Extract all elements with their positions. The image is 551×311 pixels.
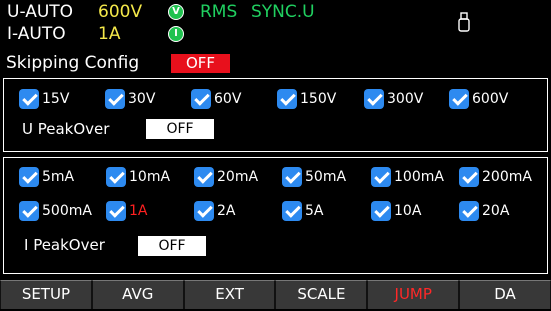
checkbox-checked-icon[interactable] bbox=[282, 201, 302, 221]
range-checkbox-label: 150V bbox=[300, 91, 337, 107]
status-bar: U-AUTO 600V I-AUTO 1A V I RMS SYNC.U bbox=[0, 0, 551, 46]
softkey-setup[interactable]: SETUP bbox=[0, 280, 92, 309]
range-checkbox[interactable]: 150V bbox=[277, 89, 336, 109]
range-checkbox[interactable]: 50mA bbox=[282, 167, 346, 187]
u-range-value: 600V bbox=[98, 2, 143, 22]
checkbox-checked-icon[interactable] bbox=[371, 201, 391, 221]
checkbox-checked-icon[interactable] bbox=[277, 89, 297, 109]
checkbox-checked-icon[interactable] bbox=[371, 167, 391, 187]
u-peakover-label: U PeakOver bbox=[22, 120, 110, 138]
range-checkbox[interactable]: 30V bbox=[105, 89, 155, 109]
checkbox-checked-icon[interactable] bbox=[106, 167, 126, 187]
checkbox-checked-icon[interactable] bbox=[106, 201, 126, 221]
checkbox-checked-icon[interactable] bbox=[364, 89, 384, 109]
checkbox-checked-icon[interactable] bbox=[459, 167, 479, 187]
range-checkbox-label: 30V bbox=[128, 91, 156, 107]
range-checkbox[interactable]: 15V bbox=[19, 89, 69, 109]
range-checkbox-label: 60V bbox=[214, 91, 242, 107]
usb-icon bbox=[458, 12, 470, 32]
softkey-bar: SETUP AVG EXT SCALE JUMP DA bbox=[0, 279, 551, 311]
range-checkbox[interactable]: 20mA bbox=[194, 167, 258, 187]
range-checkbox-label: 10A bbox=[394, 203, 422, 219]
checkbox-checked-icon[interactable] bbox=[282, 167, 302, 187]
range-checkbox-label: 20mA bbox=[217, 169, 259, 185]
u-range-mode: U-AUTO bbox=[7, 2, 74, 22]
range-checkbox-label: 5mA bbox=[42, 169, 75, 185]
i-range-value: 1A bbox=[98, 24, 121, 44]
softkey-avg[interactable]: AVG bbox=[91, 280, 184, 309]
checkbox-checked-icon[interactable] bbox=[459, 201, 479, 221]
range-checkbox[interactable]: 1A bbox=[106, 201, 147, 221]
current-indicator-icon: I bbox=[168, 26, 184, 42]
range-checkbox[interactable]: 60V bbox=[191, 89, 241, 109]
range-checkbox-label: 2A bbox=[217, 203, 236, 219]
checkbox-checked-icon[interactable] bbox=[19, 89, 39, 109]
checkbox-checked-icon[interactable] bbox=[191, 89, 211, 109]
rms-indicator: RMS bbox=[200, 2, 238, 22]
checkbox-checked-icon[interactable] bbox=[19, 167, 39, 187]
softkey-jump[interactable]: JUMP bbox=[367, 280, 460, 309]
range-checkbox[interactable]: 500mA bbox=[19, 201, 92, 221]
range-checkbox[interactable]: 10mA bbox=[106, 167, 170, 187]
range-checkbox-label: 200mA bbox=[482, 169, 532, 185]
range-checkbox-label: 15V bbox=[42, 91, 70, 107]
i-range-mode: I-AUTO bbox=[7, 24, 66, 44]
page-title: Skipping Config bbox=[6, 53, 140, 73]
range-checkbox-label: 100mA bbox=[394, 169, 444, 185]
range-checkbox[interactable]: 5mA bbox=[19, 167, 74, 187]
range-checkbox-label: 50mA bbox=[305, 169, 347, 185]
range-checkbox-label: 1A bbox=[129, 203, 148, 219]
softkey-scale[interactable]: SCALE bbox=[275, 280, 368, 309]
voltage-indicator-icon: V bbox=[168, 4, 184, 20]
checkbox-checked-icon[interactable] bbox=[19, 201, 39, 221]
range-checkbox-label: 20A bbox=[482, 203, 510, 219]
range-checkbox[interactable]: 600V bbox=[449, 89, 508, 109]
skipping-state-toggle[interactable]: OFF bbox=[171, 54, 230, 73]
checkbox-checked-icon[interactable] bbox=[105, 89, 125, 109]
i-peakover-label: I PeakOver bbox=[24, 236, 105, 254]
range-checkbox-label: 600V bbox=[472, 91, 509, 107]
checkbox-checked-icon[interactable] bbox=[449, 89, 469, 109]
softkey-ext[interactable]: EXT bbox=[183, 280, 276, 309]
range-checkbox-label: 10mA bbox=[129, 169, 171, 185]
range-checkbox-label: 5A bbox=[305, 203, 324, 219]
range-checkbox[interactable]: 100mA bbox=[371, 167, 444, 187]
range-checkbox[interactable]: 2A bbox=[194, 201, 235, 221]
range-checkbox[interactable]: 300V bbox=[364, 89, 423, 109]
u-peakover-value[interactable]: OFF bbox=[146, 119, 214, 139]
checkbox-checked-icon[interactable] bbox=[194, 167, 214, 187]
range-checkbox-label: 300V bbox=[387, 91, 424, 107]
range-checkbox[interactable]: 5A bbox=[282, 201, 323, 221]
i-peakover-value[interactable]: OFF bbox=[138, 236, 206, 256]
softkey-da[interactable]: DA bbox=[459, 280, 551, 309]
sync-indicator: SYNC.U bbox=[251, 2, 315, 22]
checkbox-checked-icon[interactable] bbox=[194, 201, 214, 221]
range-checkbox[interactable]: 10A bbox=[371, 201, 421, 221]
range-checkbox[interactable]: 200mA bbox=[459, 167, 532, 187]
range-checkbox-label: 500mA bbox=[42, 203, 92, 219]
range-checkbox[interactable]: 20A bbox=[459, 201, 509, 221]
